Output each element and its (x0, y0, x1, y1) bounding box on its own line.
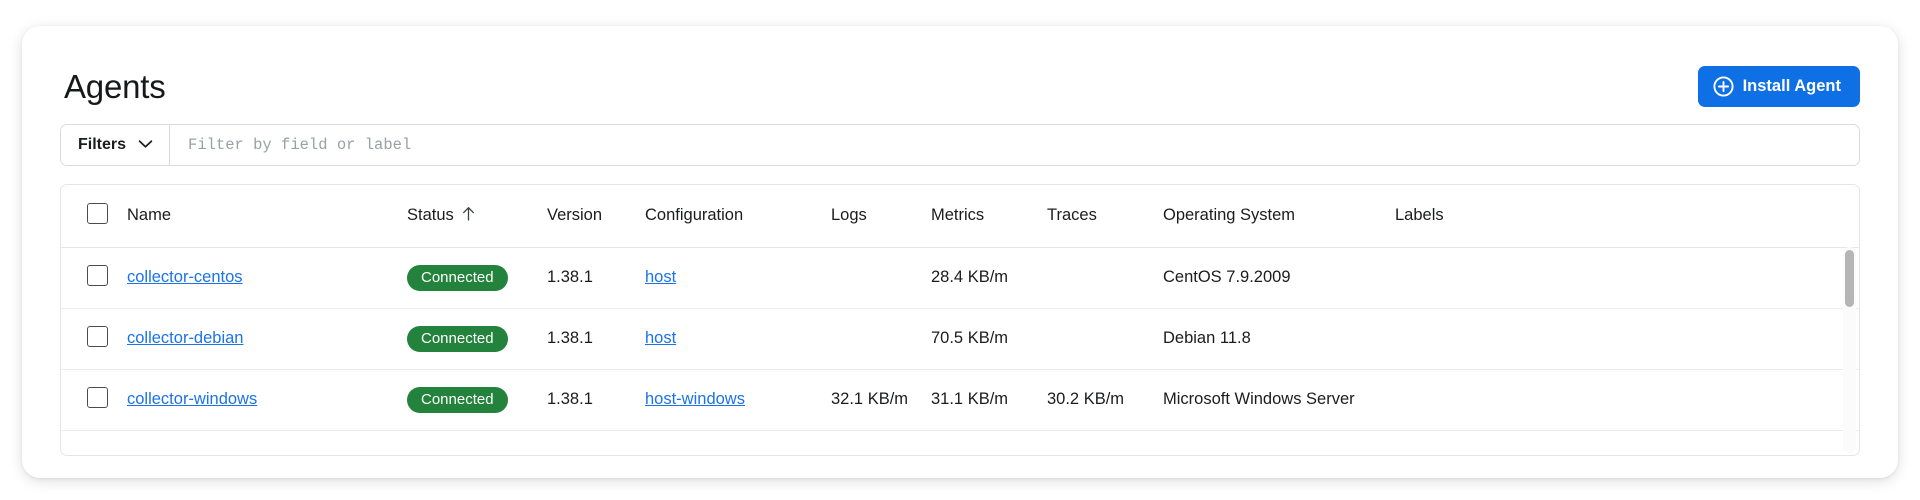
column-header-version[interactable]: Version (547, 185, 645, 248)
cell-metrics: 31.1 KB/m (931, 369, 1047, 431)
row-select-cell (61, 369, 127, 431)
column-label-status: Status (407, 206, 454, 225)
agents-table-container: Name Status Version Configuration Logs M… (60, 184, 1860, 456)
select-all-checkbox[interactable] (87, 202, 108, 224)
install-agent-label: Install Agent (1742, 76, 1841, 95)
column-header-operating-system[interactable]: Operating System (1163, 185, 1395, 248)
agents-page: Agents Install Agent Filters Filter by f… (0, 0, 1920, 500)
agent-name-link[interactable]: collector-windows (127, 390, 257, 408)
table-row[interactable]: collector-debian Connected 1.38.1 host 7… (61, 308, 1859, 370)
column-header-metrics[interactable]: Metrics (931, 185, 1047, 248)
cell-logs: 32.1 KB/m (831, 369, 931, 431)
cell-version: 1.38.1 (547, 247, 645, 309)
column-label-version: Version (547, 206, 603, 225)
cell-name: collector-debian (127, 308, 407, 370)
cell-logs (831, 308, 931, 370)
table-scrollbar-track[interactable] (1843, 247, 1856, 453)
agents-card: Agents Install Agent Filters Filter by f… (22, 26, 1898, 478)
column-label-name: Name (127, 206, 172, 225)
column-label-labels: Labels (1395, 206, 1444, 225)
column-header-configuration[interactable]: Configuration (645, 185, 831, 248)
cell-version: 1.38.1 (547, 308, 645, 370)
agent-name-link[interactable]: collector-debian (127, 329, 243, 347)
table-scrollbar-thumb[interactable] (1845, 250, 1854, 307)
cell-operating-system: Microsoft Windows Server (1163, 369, 1395, 431)
status-badge: Connected (407, 386, 508, 413)
cell-metrics: 28.4 KB/m (931, 247, 1047, 309)
cell-configuration: host (645, 247, 831, 309)
column-header-name[interactable]: Name (127, 185, 407, 248)
cell-operating-system: CentOS 7.9.2009 (1163, 247, 1395, 309)
cell-configuration: host (645, 308, 831, 370)
column-label-traces: Traces (1047, 206, 1097, 225)
cell-labels (1395, 247, 1859, 309)
table-row[interactable]: collector-centos Connected 1.38.1 host 2… (61, 247, 1859, 309)
cell-traces (1047, 308, 1163, 370)
agents-table: Name Status Version Configuration Logs M… (61, 185, 1859, 431)
column-label-logs: Logs (831, 206, 867, 225)
cell-configuration: host-windows (645, 369, 831, 431)
install-agent-button[interactable]: Install Agent (1697, 65, 1860, 107)
cell-logs (831, 247, 931, 309)
filter-bar: Filters (60, 124, 1860, 166)
status-badge: Connected (407, 264, 508, 291)
table-header: Name Status Version Configuration Logs M… (61, 185, 1859, 248)
cell-labels (1395, 308, 1859, 370)
select-all-header (61, 185, 127, 248)
column-header-traces[interactable]: Traces (1047, 185, 1163, 248)
column-label-operating-system: Operating System (1163, 206, 1296, 225)
column-label-configuration: Configuration (645, 206, 744, 225)
cell-status: Connected (407, 247, 547, 309)
configuration-link[interactable]: host (645, 268, 676, 286)
plus-circle-icon (1713, 75, 1734, 97)
row-checkbox[interactable] (87, 264, 108, 286)
cell-metrics: 70.5 KB/m (931, 308, 1047, 370)
configuration-link[interactable]: host (645, 329, 676, 347)
status-badge: Connected (407, 325, 508, 352)
status-sort-control[interactable]: Status (407, 206, 475, 226)
agent-name-link[interactable]: collector-centos (127, 268, 243, 286)
row-select-cell (61, 308, 127, 370)
chevron-down-icon (138, 136, 153, 154)
filter-input[interactable] (170, 125, 1859, 165)
configuration-link[interactable]: host-windows (645, 390, 745, 408)
card-content: Agents Install Agent Filters Filter by f… (22, 26, 1898, 478)
cell-version: 1.38.1 (547, 369, 645, 431)
filters-dropdown-button[interactable]: Filters (61, 125, 171, 165)
row-checkbox[interactable] (87, 386, 108, 408)
cell-traces: 30.2 KB/m (1047, 369, 1163, 431)
cell-status: Connected (407, 308, 547, 370)
table-body: collector-centos Connected 1.38.1 host 2… (61, 247, 1859, 431)
column-label-metrics: Metrics (931, 206, 985, 225)
page-title: Agents (64, 67, 166, 105)
table-row[interactable]: collector-windows Connected 1.38.1 host-… (61, 369, 1859, 431)
column-header-logs[interactable]: Logs (831, 185, 931, 248)
filters-label: Filters (78, 136, 127, 153)
cell-labels (1395, 369, 1859, 431)
cell-status: Connected (407, 369, 547, 431)
table-header-row: Name Status Version Configuration Logs M… (61, 185, 1859, 248)
cell-traces (1047, 247, 1163, 309)
row-select-cell (61, 247, 127, 309)
page-header: Agents Install Agent (60, 26, 1860, 122)
column-header-labels[interactable]: Labels (1395, 185, 1859, 248)
cell-name: collector-windows (127, 369, 407, 431)
column-header-status[interactable]: Status (407, 185, 547, 248)
cell-name: collector-centos (127, 247, 407, 309)
arrow-up-icon (462, 206, 475, 226)
cell-operating-system: Debian 11.8 (1163, 308, 1395, 370)
row-checkbox[interactable] (87, 325, 108, 347)
